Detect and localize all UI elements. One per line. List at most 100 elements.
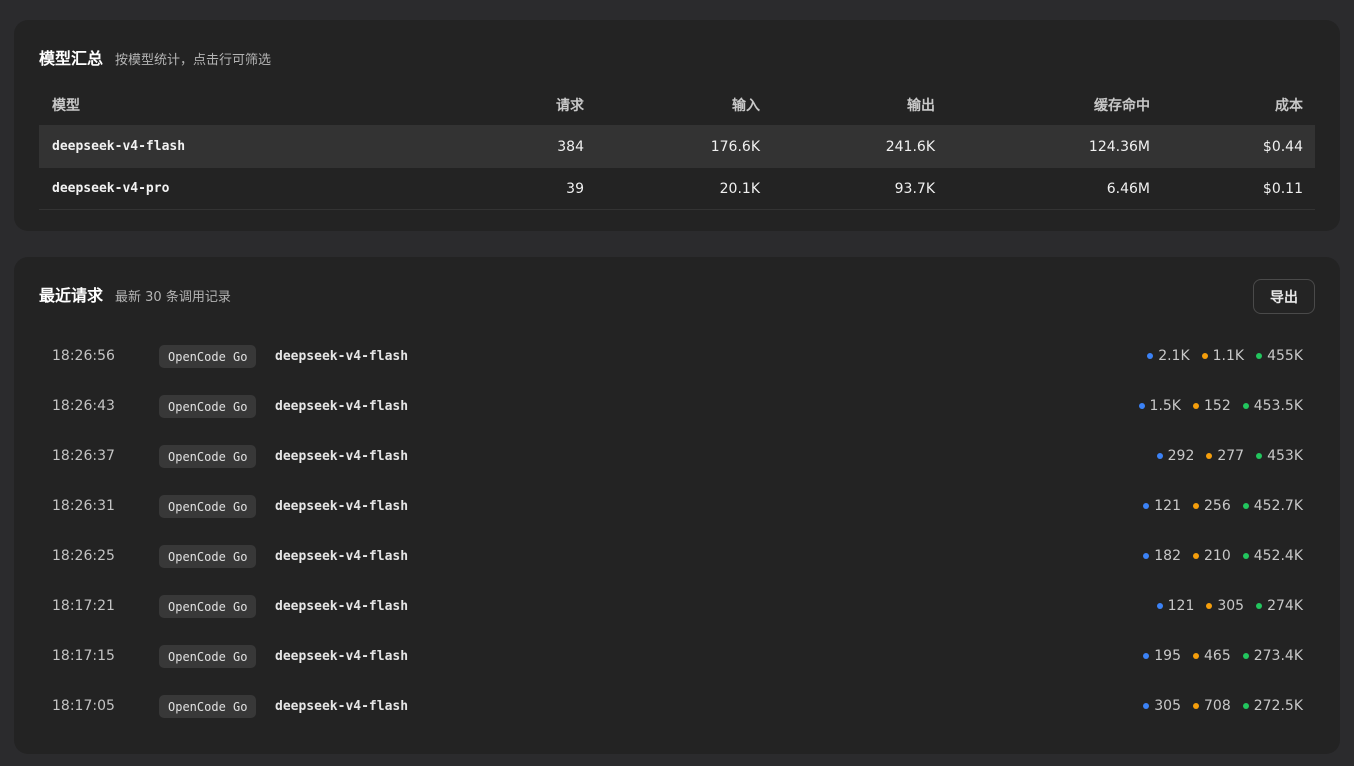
output-tokens-value: 708: [1204, 698, 1231, 714]
recent-requests-subtitle: 最新 30 条调用记录: [115, 290, 231, 305]
request-model: deepseek-v4-flash: [275, 448, 409, 464]
provider-badge: OpenCode Go: [159, 545, 257, 568]
row-requests: 384: [557, 138, 584, 155]
row-input: 176.6K: [710, 138, 760, 155]
request-model: deepseek-v4-flash: [275, 648, 409, 664]
output-dot-icon: [1201, 353, 1208, 359]
cache-dot-icon: [1242, 703, 1249, 709]
cache-dot-icon: [1256, 603, 1263, 609]
table-row[interactable]: deepseek-v4-flash 384 176.6K 241.6K 124.…: [39, 126, 1315, 168]
cache-dot-icon: [1242, 503, 1249, 509]
cache-dot-icon: [1242, 553, 1249, 559]
output-tokens-value: 152: [1204, 398, 1231, 414]
token-stats: 2.1K 1.1K 455K: [1135, 331, 1303, 381]
cache-dot-icon: [1256, 353, 1263, 359]
output-tokens: 1.1K: [1201, 348, 1245, 364]
token-stats: 121 256 452.7K: [1131, 481, 1303, 531]
input-tokens: 1.5K: [1138, 398, 1181, 414]
list-item[interactable]: 18:26:25 OpenCode Go deepseek-v4-flash 1…: [39, 531, 1315, 581]
cache-tokens-value: 452.7K: [1253, 498, 1303, 514]
request-model: deepseek-v4-flash: [275, 498, 409, 514]
table-row[interactable]: deepseek-v4-pro 39 20.1K 93.7K 6.46M $0.…: [39, 168, 1315, 210]
list-item[interactable]: 18:17:15 OpenCode Go deepseek-v4-flash 1…: [39, 631, 1315, 681]
token-stats: 305 708 272.5K: [1131, 681, 1303, 731]
output-tokens: 256: [1193, 498, 1231, 514]
request-model: deepseek-v4-flash: [275, 398, 409, 414]
model-summary-subtitle: 按模型统计，点击行可筛选: [115, 53, 272, 68]
list-item[interactable]: 18:26:31 OpenCode Go deepseek-v4-flash 1…: [39, 481, 1315, 531]
output-dot-icon: [1206, 603, 1213, 609]
input-tokens: 182: [1143, 548, 1181, 564]
cache-tokens-value: 273.4K: [1253, 648, 1303, 664]
cache-tokens: 453.5K: [1242, 398, 1303, 414]
output-dot-icon: [1193, 503, 1199, 509]
export-button[interactable]: 导出: [1253, 279, 1315, 314]
output-tokens-value: 1.1K: [1212, 348, 1245, 364]
model-summary-title: 模型汇总: [39, 49, 104, 68]
model-summary-table: 模型 请求 输入 输出 缓存命中 成本 deepseek-v4-flash 38…: [39, 85, 1315, 210]
list-item[interactable]: 18:17:05 OpenCode Go deepseek-v4-flash 3…: [39, 681, 1315, 731]
token-stats: 292 277 453K: [1145, 431, 1303, 481]
column-header-output: 输出: [907, 98, 935, 114]
output-tokens-value: 465: [1204, 648, 1231, 664]
list-item[interactable]: 18:26:43 OpenCode Go deepseek-v4-flash 1…: [39, 381, 1315, 431]
provider-badge: OpenCode Go: [159, 345, 257, 368]
input-tokens: 121: [1156, 598, 1194, 614]
input-tokens-value: 305: [1154, 698, 1181, 714]
cache-dot-icon: [1256, 453, 1263, 459]
input-dot-icon: [1143, 653, 1150, 659]
row-output: 241.6K: [885, 138, 935, 155]
model-summary-header: 模型汇总 按模型统计，点击行可筛选: [39, 45, 271, 69]
cache-tokens: 274K: [1256, 598, 1303, 614]
output-tokens-value: 256: [1204, 498, 1231, 514]
request-model: deepseek-v4-flash: [275, 348, 409, 364]
list-item[interactable]: 18:26:37 OpenCode Go deepseek-v4-flash 2…: [39, 431, 1315, 481]
token-stats: 195 465 273.4K: [1131, 631, 1303, 681]
row-model: deepseek-v4-pro: [52, 181, 170, 196]
provider-badge: OpenCode Go: [159, 595, 257, 618]
cache-tokens: 452.4K: [1242, 548, 1303, 564]
input-dot-icon: [1156, 603, 1163, 609]
cache-tokens-value: 453.5K: [1253, 398, 1303, 414]
list-item[interactable]: 18:26:56 OpenCode Go deepseek-v4-flash 2…: [39, 331, 1315, 381]
output-tokens-value: 305: [1217, 598, 1245, 614]
output-dot-icon: [1193, 653, 1199, 659]
input-dot-icon: [1143, 503, 1150, 509]
input-tokens: 305: [1143, 698, 1181, 714]
input-dot-icon: [1143, 703, 1150, 709]
list-item[interactable]: 18:17:21 OpenCode Go deepseek-v4-flash 1…: [39, 581, 1315, 631]
input-dot-icon: [1138, 403, 1145, 409]
column-header-cost: 成本: [1275, 98, 1303, 114]
row-requests: 39: [566, 180, 584, 197]
recent-requests-header: 最近请求 最新 30 条调用记录: [39, 282, 231, 306]
input-dot-icon: [1143, 553, 1150, 559]
model-summary-card: 模型汇总 按模型统计，点击行可筛选 模型 请求 输入 输出 缓存命中 成本 de…: [14, 20, 1340, 231]
cache-tokens-value: 274K: [1267, 598, 1303, 614]
request-time: 18:17:21: [52, 598, 115, 614]
request-time: 18:26:25: [52, 548, 115, 564]
output-tokens: 708: [1193, 698, 1231, 714]
recent-requests-title: 最近请求: [39, 286, 104, 305]
output-tokens: 305: [1206, 598, 1244, 614]
provider-badge: OpenCode Go: [159, 395, 257, 418]
token-stats: 1.5K 152 453.5K: [1127, 381, 1303, 431]
provider-badge: OpenCode Go: [159, 695, 257, 718]
row-output: 93.7K: [894, 180, 935, 197]
request-time: 18:26:43: [52, 398, 115, 414]
output-tokens-value: 277: [1217, 448, 1245, 464]
cache-dot-icon: [1242, 653, 1249, 659]
token-stats: 121 305 274K: [1145, 581, 1303, 631]
provider-badge: OpenCode Go: [159, 645, 257, 668]
provider-badge: OpenCode Go: [159, 445, 257, 468]
request-model: deepseek-v4-flash: [275, 548, 409, 564]
cache-tokens: 272.5K: [1242, 698, 1303, 714]
output-tokens: 210: [1193, 548, 1231, 564]
output-dot-icon: [1193, 403, 1199, 409]
input-tokens-value: 2.1K: [1158, 348, 1190, 364]
recent-requests-card: 最近请求 最新 30 条调用记录 导出 18:26:56 OpenCode Go…: [14, 257, 1340, 754]
output-dot-icon: [1193, 553, 1199, 559]
input-tokens-value: 195: [1154, 648, 1181, 664]
cache-tokens-value: 453K: [1267, 448, 1303, 464]
token-stats: 182 210 452.4K: [1131, 531, 1303, 581]
request-model: deepseek-v4-flash: [275, 598, 409, 614]
